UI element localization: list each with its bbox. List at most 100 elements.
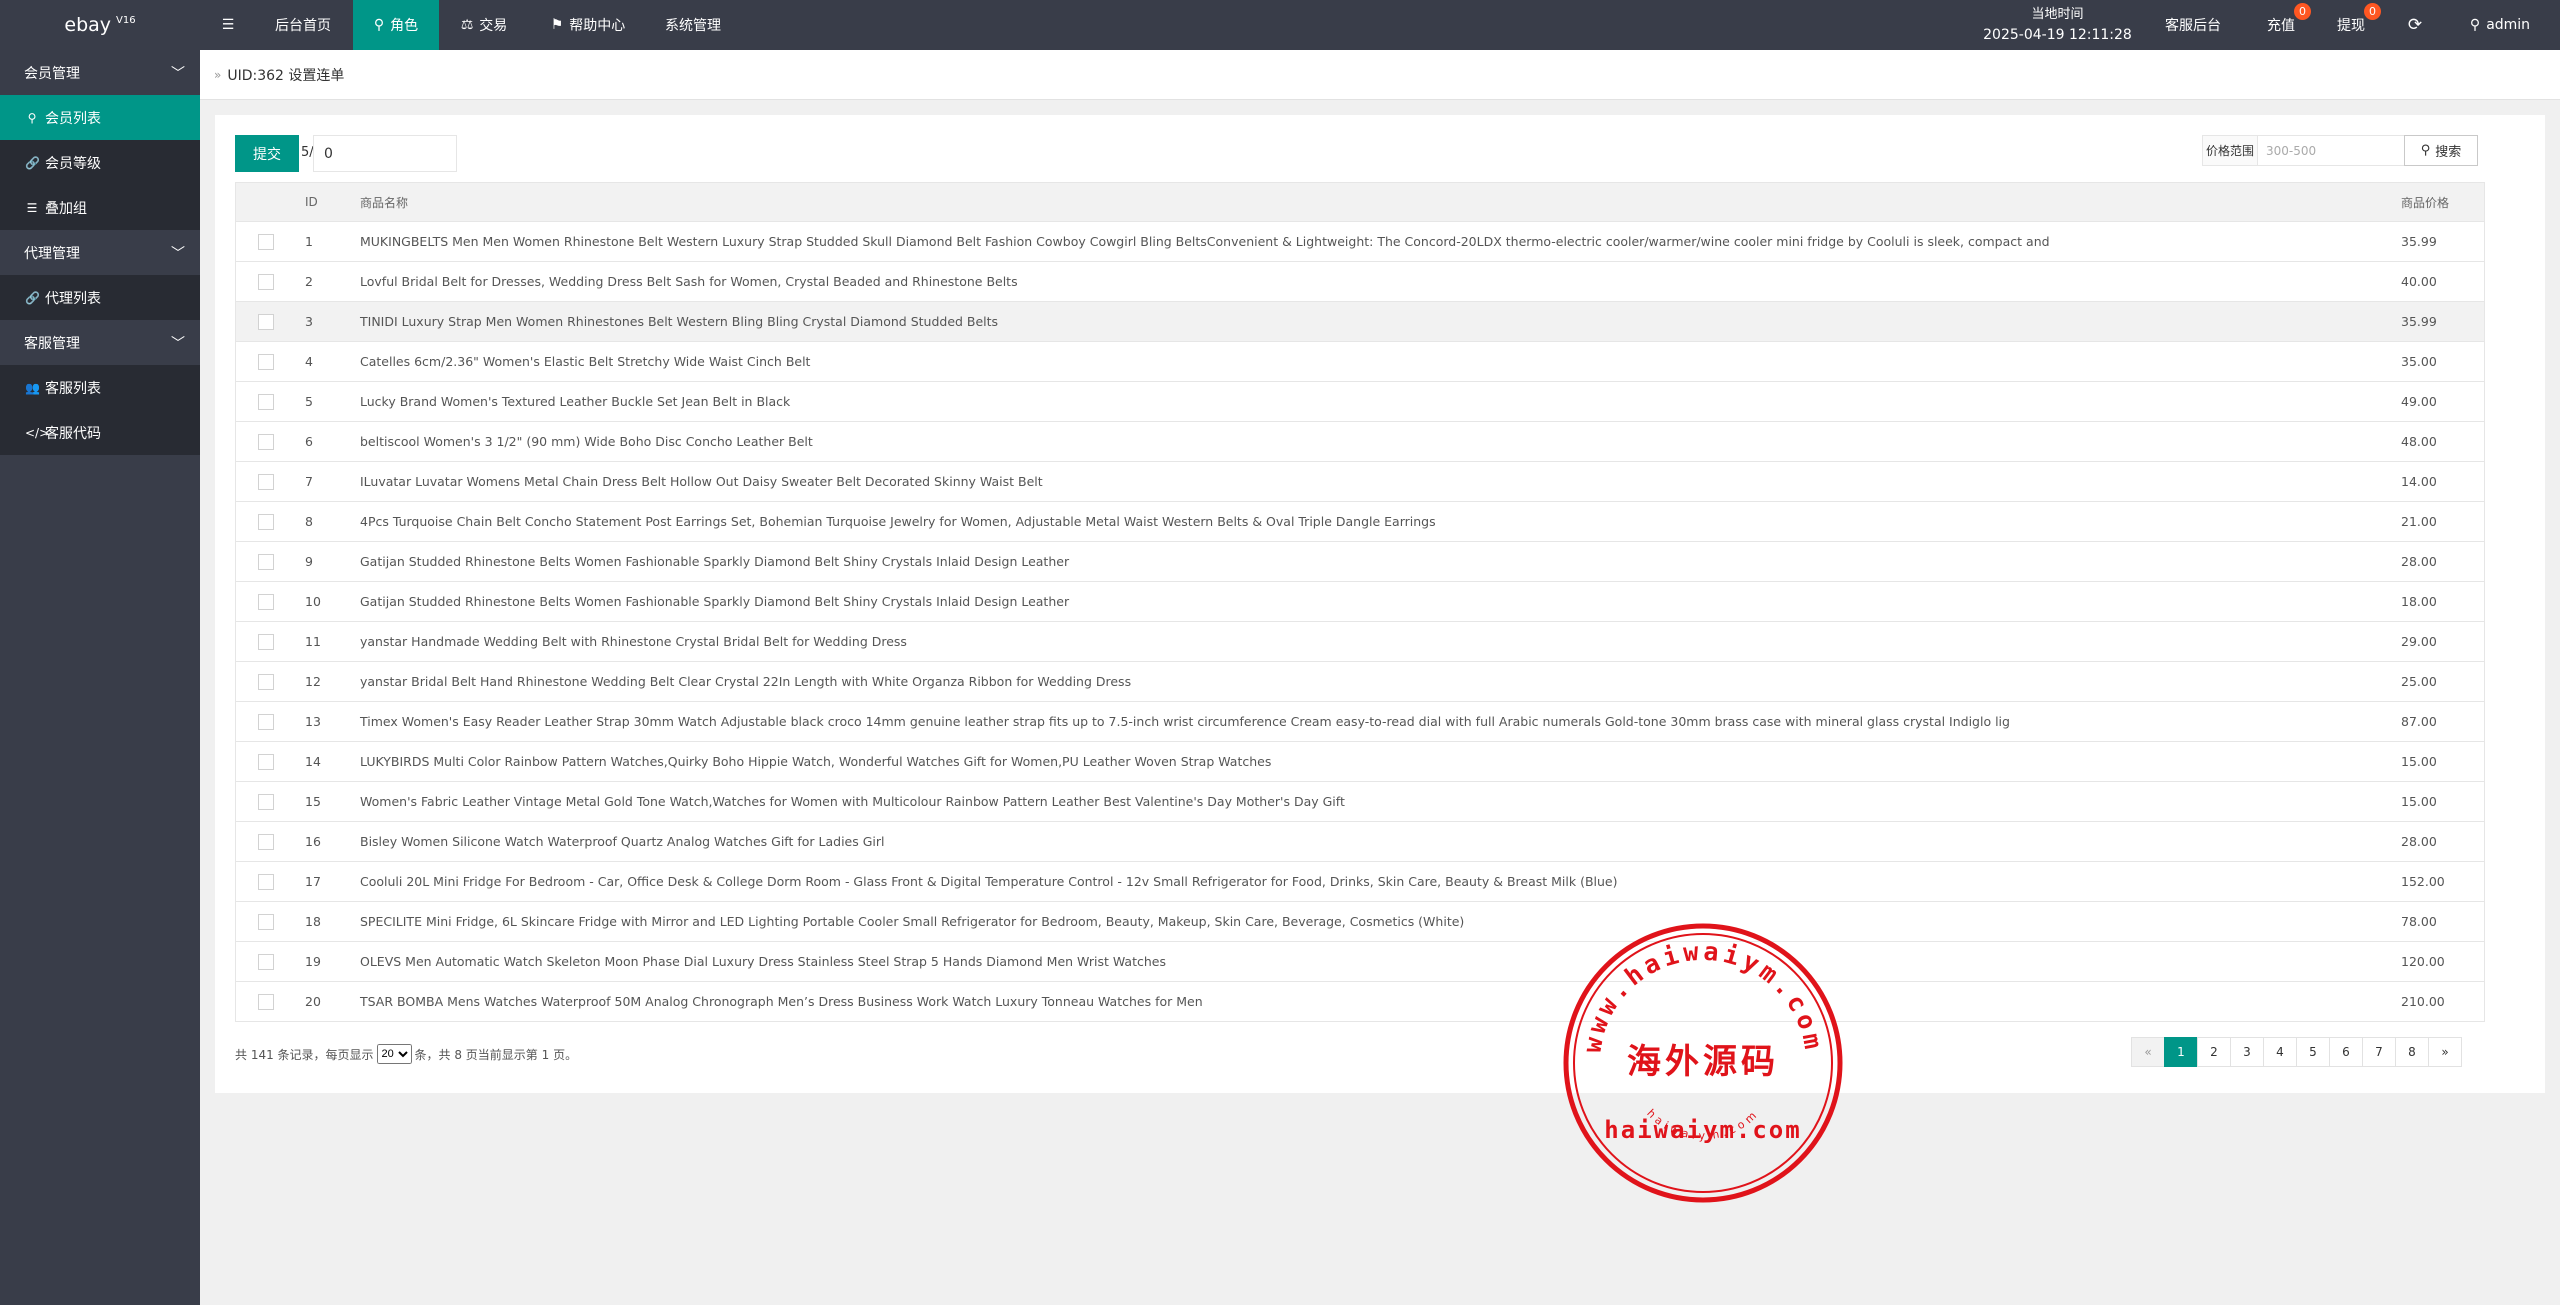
row-price: 40.00 <box>2401 274 2437 289</box>
row-checkbox-cell <box>236 953 295 970</box>
nav-role[interactable]: ⚲ 角色 <box>353 0 439 50</box>
row-checkbox[interactable] <box>257 473 274 490</box>
link-icon: 🔗 <box>25 155 40 170</box>
row-checkbox[interactable] <box>257 393 274 410</box>
page-button[interactable]: 5 <box>2296 1037 2330 1067</box>
row-id: 16 <box>305 834 321 849</box>
header-price: 商品价格 <box>2401 195 2450 210</box>
row-checkbox[interactable] <box>257 633 274 650</box>
row-checkbox[interactable] <box>257 993 274 1010</box>
row-checkbox[interactable] <box>257 793 274 810</box>
nav-system[interactable]: 系统管理 <box>650 0 736 50</box>
row-checkbox[interactable] <box>257 873 274 890</box>
sidebar-item-member-level[interactable]: 🔗 会员等级 <box>0 140 200 185</box>
row-checkbox-cell <box>236 993 295 1010</box>
link-icon: 🔗 <box>25 290 40 305</box>
row-checkbox[interactable] <box>257 553 274 570</box>
row-name: Gatijan Studded Rhinestone Belts Women F… <box>360 594 1070 609</box>
page-button[interactable]: 1 <box>2164 1037 2198 1067</box>
row-price: 28.00 <box>2401 834 2437 849</box>
user-icon: ⚲ <box>2469 17 2481 33</box>
row-id: 18 <box>305 914 321 929</box>
row-name: LUKYBIRDS Multi Color Rainbow Pattern Wa… <box>360 754 1272 769</box>
nav-trade[interactable]: ⚖ 交易 <box>446 0 522 50</box>
page-button[interactable]: 8 <box>2395 1037 2429 1067</box>
sidebar-item-stack-group[interactable]: ☰ 叠加组 <box>0 185 200 230</box>
sidebar-item-service-code[interactable]: </> 客服代码 <box>0 410 200 455</box>
submit-button[interactable]: 提交 <box>235 135 299 172</box>
sidebar-item-label: 会员等级 <box>45 155 101 172</box>
row-checkbox[interactable] <box>257 833 274 850</box>
sidebar-group-member[interactable]: 会员管理 ﹀ <box>0 50 200 95</box>
row-id: 10 <box>305 594 321 609</box>
row-checkbox[interactable] <box>257 513 274 530</box>
row-checkbox[interactable] <box>257 753 274 770</box>
sidebar-group-service[interactable]: 客服管理 ﹀ <box>0 320 200 365</box>
row-checkbox[interactable] <box>257 913 274 930</box>
row-checkbox[interactable] <box>257 953 274 970</box>
app-logo[interactable]: ebay V16 <box>0 0 200 50</box>
withdraw-link[interactable]: 提现 0 <box>2320 0 2382 50</box>
page-size-select[interactable]: 20 <box>376 1044 412 1064</box>
price-range-label: 价格范围 <box>2202 135 2258 166</box>
row-checkbox[interactable] <box>257 233 274 250</box>
user-menu[interactable]: ⚲ admin <box>2450 0 2550 50</box>
nav-home[interactable]: 后台首页 <box>260 0 346 50</box>
sidebar-item-member-list[interactable]: ⚲ 会员列表 <box>0 95 200 140</box>
sidebar-group-label: 会员管理 <box>24 65 80 82</box>
batch-count-input[interactable] <box>313 135 457 172</box>
refresh-button[interactable]: ⟳ <box>2395 0 2435 50</box>
sidebar-item-label: 代理列表 <box>45 290 101 307</box>
row-id: 2 <box>305 274 313 289</box>
row-checkbox-cell <box>236 553 295 570</box>
stamp-center-text: 海外源码 <box>1627 1042 1779 1082</box>
row-checkbox[interactable] <box>257 313 274 330</box>
sidebar-group-agent[interactable]: 代理管理 ﹀ <box>0 230 200 275</box>
row-name: OLEVS Men Automatic Watch Skeleton Moon … <box>360 954 1166 969</box>
row-name: Women's Fabric Leather Vintage Metal Gol… <box>360 794 1345 809</box>
table-row: 14 LUKYBIRDS Multi Color Rainbow Pattern … <box>235 742 2485 782</box>
row-price: 18.00 <box>2401 594 2437 609</box>
chevron-down-icon: ﹀ <box>171 65 185 82</box>
nav-system-label: 系统管理 <box>665 18 721 34</box>
row-id: 20 <box>305 994 321 1009</box>
row-checkbox-cell <box>236 793 295 810</box>
row-name: Bisley Women Silicone Watch Waterproof Q… <box>360 834 885 849</box>
users-icon: 👥 <box>25 380 40 395</box>
menu-toggle-button[interactable]: ☰ <box>210 0 246 50</box>
row-name: Gatijan Studded Rhinestone Belts Women F… <box>360 554 1070 569</box>
logo-version: V16 <box>116 14 136 26</box>
price-range-input[interactable] <box>2257 135 2427 166</box>
row-checkbox[interactable] <box>257 273 274 290</box>
page-button[interactable]: 3 <box>2230 1037 2264 1067</box>
row-checkbox[interactable] <box>257 673 274 690</box>
service-admin-label: 客服后台 <box>2165 18 2221 34</box>
chevron-down-icon: ﹀ <box>171 335 185 352</box>
page-button[interactable]: 4 <box>2263 1037 2297 1067</box>
page-button[interactable]: 7 <box>2362 1037 2396 1067</box>
row-checkbox[interactable] <box>257 593 274 610</box>
service-admin-link[interactable]: 客服后台 <box>2157 0 2229 50</box>
row-checkbox-cell <box>236 593 295 610</box>
row-checkbox-cell <box>236 353 295 370</box>
search-button[interactable]: ⚲ 搜索 <box>2404 135 2478 166</box>
row-name: Timex Women's Easy Reader Leather Strap … <box>360 714 2010 729</box>
row-price: 28.00 <box>2401 554 2437 569</box>
sidebar-item-service-list[interactable]: 👥 客服列表 <box>0 365 200 410</box>
row-checkbox-cell <box>236 633 295 650</box>
recharge-link[interactable]: 充值 0 <box>2250 0 2312 50</box>
nav-help[interactable]: ⚑ 帮助中心 <box>540 0 636 50</box>
row-id: 7 <box>305 474 313 489</box>
row-checkbox[interactable] <box>257 433 274 450</box>
sidebar-item-agent-list[interactable]: 🔗 代理列表 <box>0 275 200 320</box>
page-next-button[interactable]: » <box>2428 1037 2462 1067</box>
page-prev-button[interactable]: « <box>2131 1037 2165 1067</box>
row-price: 78.00 <box>2401 914 2437 929</box>
page-button[interactable]: 6 <box>2329 1037 2363 1067</box>
table-row: 8 4Pcs Turquoise Chain Belt Concho Statem… <box>235 502 2485 542</box>
recharge-label: 充值 <box>2267 18 2295 34</box>
row-checkbox[interactable] <box>257 713 274 730</box>
row-checkbox[interactable] <box>257 353 274 370</box>
row-name: SPECILITE Mini Fridge, 6L Skincare Fridg… <box>360 914 1465 929</box>
page-button[interactable]: 2 <box>2197 1037 2231 1067</box>
